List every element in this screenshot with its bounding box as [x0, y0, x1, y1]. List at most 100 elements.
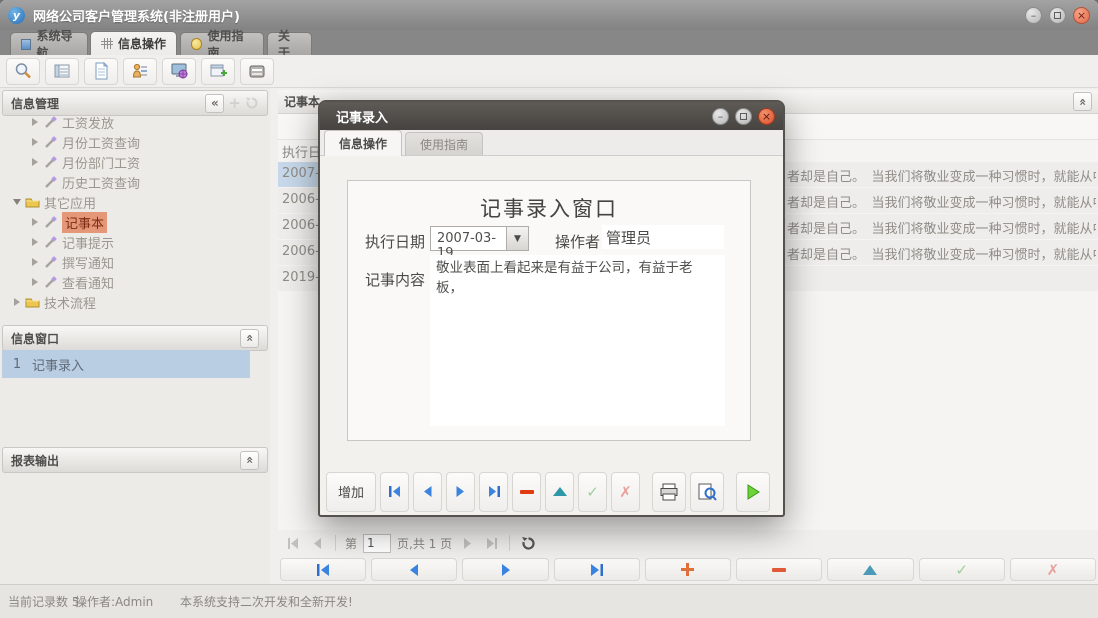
- expand-icon[interactable]: [32, 278, 38, 286]
- page-number-input[interactable]: [363, 534, 391, 553]
- tree-item-notebook[interactable]: 记事本: [2, 212, 268, 232]
- note-content-value: 敬业表面上看起来是有益于公司，有益于老板，: [436, 260, 693, 296]
- expand-icon[interactable]: [32, 238, 38, 246]
- add-record-button[interactable]: [645, 558, 731, 581]
- window-add-button[interactable]: [201, 58, 235, 85]
- dialog-maximize-button[interactable]: [735, 108, 752, 125]
- monitor-button[interactable]: [162, 58, 196, 85]
- search-button[interactable]: [6, 58, 40, 85]
- tree-item-other-apps[interactable]: 其它应用: [2, 192, 268, 212]
- tree-item-note-reminder[interactable]: 记事提示: [2, 232, 268, 252]
- tree-item-salary-payment[interactable]: 工资发放: [2, 112, 268, 132]
- folder-icon: [25, 296, 40, 308]
- tab-user-guide[interactable]: 使用指南: [180, 32, 264, 55]
- tool-icon: [44, 116, 57, 129]
- execute-button[interactable]: [736, 472, 770, 512]
- operator-field-label: 操作者: [555, 231, 600, 252]
- user-report-button[interactable]: [123, 58, 157, 85]
- archive-button[interactable]: [240, 58, 274, 85]
- first-record-button[interactable]: [380, 472, 409, 512]
- last-record-button[interactable]: [479, 472, 508, 512]
- dialog-close-button[interactable]: ×: [758, 108, 775, 125]
- tool-icon: [44, 216, 57, 229]
- expand-icon[interactable]: [32, 258, 38, 266]
- exec-date-value: 2007-03-19: [431, 227, 506, 250]
- prev-record-icon: [422, 486, 433, 497]
- collapse-panel-button[interactable]: «: [240, 329, 259, 348]
- cancel-button[interactable]: ✗: [1010, 558, 1096, 581]
- dialog-minimize-button[interactable]: –: [712, 108, 729, 125]
- print-preview-button[interactable]: [690, 472, 724, 512]
- refresh-button[interactable]: [519, 534, 537, 552]
- add-button[interactable]: 增加: [326, 472, 376, 512]
- last-record-icon: [589, 564, 604, 576]
- note-content-textarea[interactable]: 敬业表面上看起来是有益于公司，有益于老板，: [430, 255, 725, 426]
- exec-date-label: 执行日期: [365, 231, 425, 252]
- app-logo-icon: y: [8, 7, 25, 24]
- operator-field[interactable]: 管理员: [602, 225, 724, 249]
- collapse-notebook-button[interactable]: «: [1073, 92, 1092, 111]
- dialog-tab-user-guide[interactable]: 使用指南: [405, 132, 483, 155]
- print-preview-icon: [697, 483, 717, 501]
- tree-item-history-salary-query[interactable]: 历史工资查询: [2, 172, 268, 192]
- next-record-button[interactable]: [446, 472, 475, 512]
- collapse-sidebar-button[interactable]: «: [205, 94, 224, 113]
- cancel-button[interactable]: ✗: [611, 472, 640, 512]
- exec-date-combobox[interactable]: 2007-03-19 ▼: [430, 226, 529, 251]
- tab-info-operation[interactable]: 信息操作: [90, 31, 177, 55]
- tree-item-tech-process[interactable]: 技术流程: [2, 292, 268, 312]
- dropdown-button[interactable]: ▼: [506, 227, 528, 250]
- tree-item-monthly-dept-salary[interactable]: 月份部门工资: [2, 152, 268, 172]
- confirm-button[interactable]: ✓: [578, 472, 607, 512]
- expand-icon[interactable]: [32, 118, 38, 126]
- prev-page-button[interactable]: [308, 534, 326, 552]
- minimize-button[interactable]: –: [1025, 7, 1042, 24]
- close-button[interactable]: ×: [1073, 7, 1090, 24]
- play-icon: [746, 484, 761, 500]
- tab-about[interactable]: 关于: [267, 32, 312, 55]
- collapse-icon[interactable]: [13, 199, 21, 205]
- collapse-panel-button[interactable]: «: [240, 451, 259, 470]
- delete-record-button[interactable]: [736, 558, 822, 581]
- first-page-icon: [287, 538, 300, 549]
- first-record-button[interactable]: [280, 558, 366, 581]
- document-button[interactable]: [84, 58, 118, 85]
- prev-record-icon: [408, 564, 420, 576]
- tree-label: 历史工资查询: [62, 173, 140, 192]
- record-nav-bar: ✓ ✗: [280, 558, 1096, 582]
- edit-record-button[interactable]: [827, 558, 913, 581]
- last-record-button[interactable]: [554, 558, 640, 581]
- first-page-button[interactable]: [284, 534, 302, 552]
- list-item-note-entry[interactable]: 1 记事录入: [2, 350, 250, 378]
- tree-item-view-notice[interactable]: 查看通知: [2, 272, 268, 292]
- window-icon: [21, 39, 31, 50]
- tree-item-monthly-salary-query[interactable]: 月份工资查询: [2, 132, 268, 152]
- tree-item-write-notice[interactable]: 撰写通知: [2, 252, 268, 272]
- delete-record-button[interactable]: [512, 472, 541, 512]
- tab-system-nav[interactable]: 系统导航: [10, 32, 88, 55]
- last-page-button[interactable]: [482, 534, 500, 552]
- expand-icon[interactable]: [32, 158, 38, 166]
- dialog-titlebar[interactable]: 记事录入 – ×: [320, 102, 783, 130]
- x-icon: ✗: [619, 483, 632, 501]
- prev-record-button[interactable]: [371, 558, 457, 581]
- table-view-button[interactable]: [45, 58, 79, 85]
- expand-icon[interactable]: [32, 138, 38, 146]
- edit-record-button[interactable]: [545, 472, 574, 512]
- next-page-button[interactable]: [458, 534, 476, 552]
- confirm-button[interactable]: ✓: [919, 558, 1005, 581]
- minus-icon: [772, 568, 786, 572]
- tool-icon: [44, 136, 57, 149]
- dialog-toolbar: 增加 ✓ ✗: [320, 468, 783, 515]
- expand-icon[interactable]: [14, 298, 20, 306]
- print-button[interactable]: [652, 472, 686, 512]
- chevron-down-icon: ▼: [514, 234, 521, 244]
- maximize-button[interactable]: [1049, 7, 1066, 24]
- page-prefix-label: 第: [345, 535, 357, 552]
- dialog-title: 记事录入: [336, 107, 388, 126]
- next-record-button[interactable]: [462, 558, 548, 581]
- expand-icon[interactable]: [32, 218, 38, 226]
- tree-label: 查看通知: [62, 273, 114, 292]
- prev-record-button[interactable]: [413, 472, 442, 512]
- dialog-tab-info-operation[interactable]: 信息操作: [324, 130, 402, 156]
